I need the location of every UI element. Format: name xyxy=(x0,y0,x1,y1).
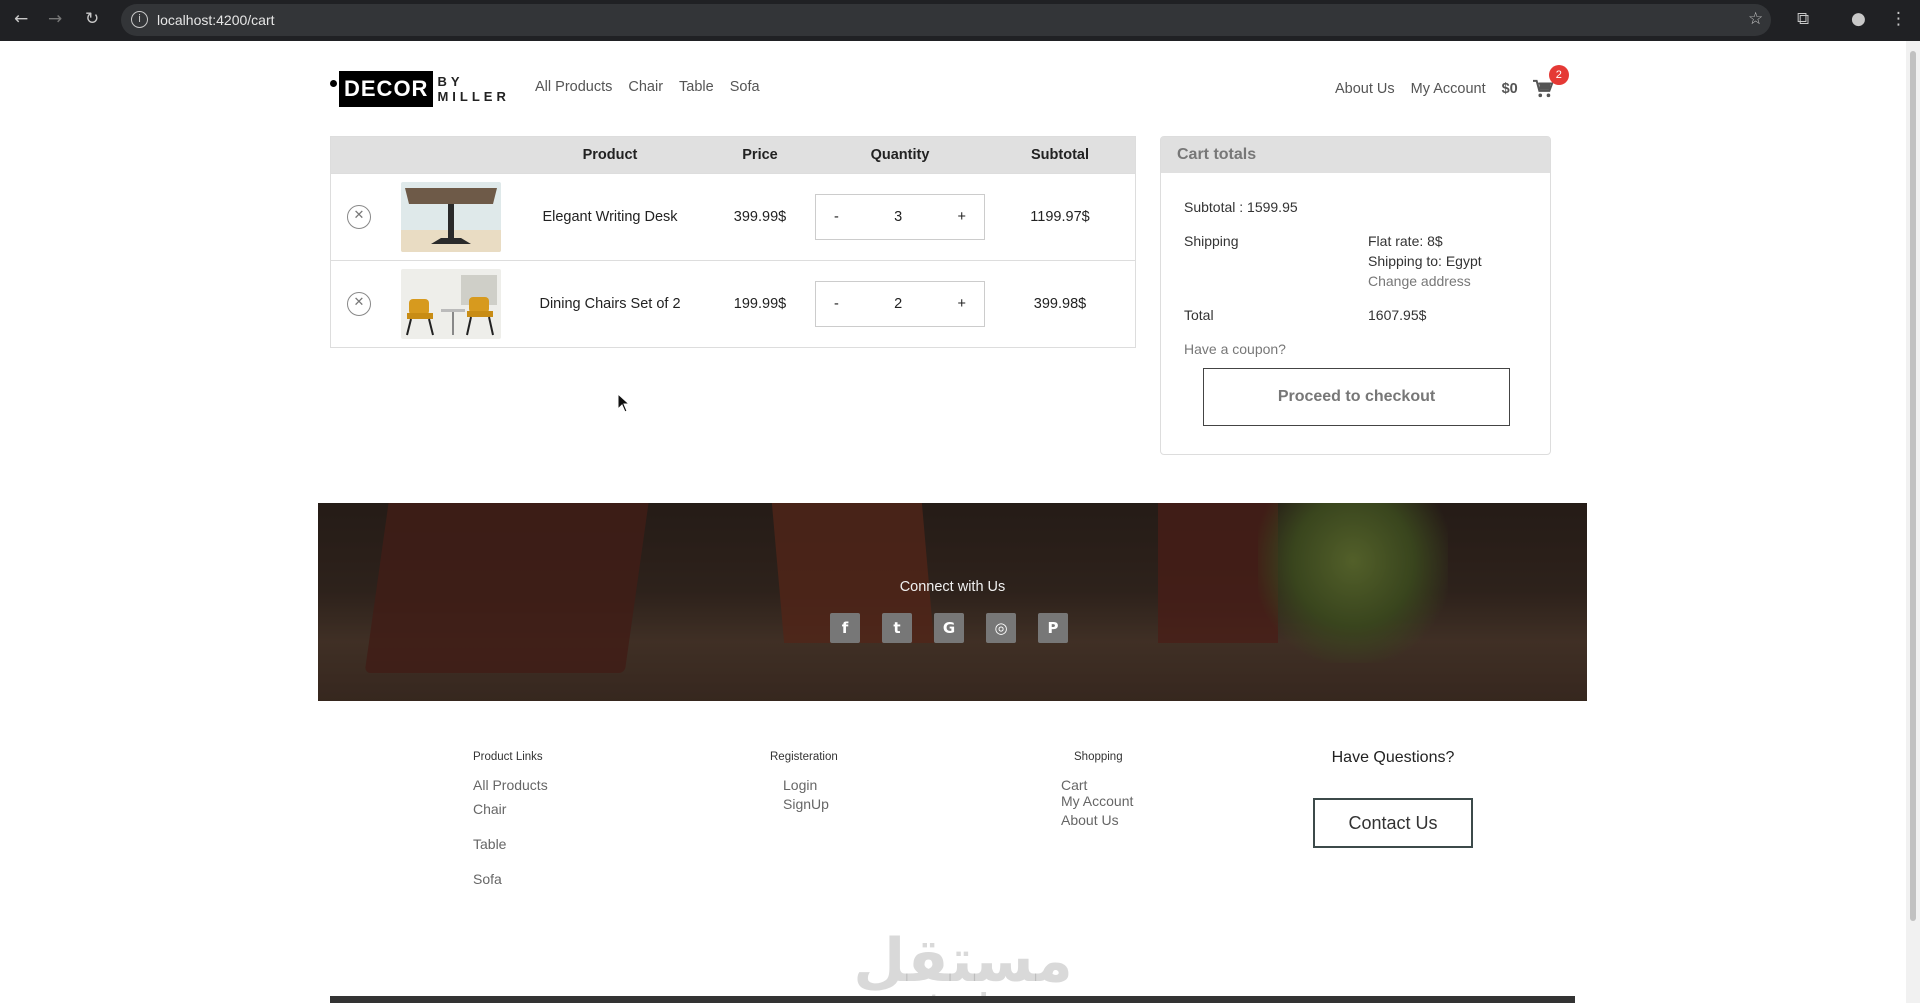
twitter-icon[interactable]: t xyxy=(882,613,912,643)
bookmark-star-icon[interactable]: ☆ xyxy=(1748,9,1763,29)
table-row: ✕ Dining Chairs Set of 2 199.99$ - 2 + 3… xyxy=(331,260,1135,347)
footer-link-signup[interactable]: SignUp xyxy=(783,796,838,812)
quantity-value[interactable]: 2 xyxy=(894,296,902,312)
logo[interactable]: DECOR BY MILLER xyxy=(330,69,510,109)
nav-all-products[interactable]: All Products xyxy=(535,79,612,95)
col-price: Price xyxy=(742,147,778,163)
cart-price: $0 xyxy=(1501,81,1518,97)
footer-link-login[interactable]: Login xyxy=(783,777,838,793)
logo-subtext: BY MILLER xyxy=(437,74,509,104)
decrease-quantity-button[interactable]: - xyxy=(834,296,839,312)
product-price: 199.99$ xyxy=(733,296,787,312)
col-subtotal: Subtotal xyxy=(1031,147,1089,163)
url-text: localhost:4200/cart xyxy=(157,12,275,28)
cart-count-badge: 2 xyxy=(1548,65,1569,85)
nav-sofa[interactable]: Sofa xyxy=(730,79,760,95)
browser-toolbar: ← → ↻ i localhost:4200/cart ☆ ⧉ ● ⋮ xyxy=(0,0,1920,41)
col-quantity: Quantity xyxy=(870,147,930,163)
vertical-scrollbar[interactable] xyxy=(1906,41,1920,1003)
col-product: Product xyxy=(582,147,638,163)
main-nav: All Products Chair Table Sofa xyxy=(535,79,776,95)
quantity-stepper: - 2 + xyxy=(815,281,985,327)
quantity-value[interactable]: 3 xyxy=(894,209,902,225)
proceed-to-checkout-button[interactable]: Proceed to checkout xyxy=(1203,368,1510,426)
cart-icon xyxy=(1532,79,1554,98)
product-price: 399.99$ xyxy=(733,209,787,225)
watermark: مستقل mostaql.com xyxy=(843,931,1083,1003)
nav-my-account[interactable]: My Account xyxy=(1411,81,1486,97)
quantity-stepper: - 3 + xyxy=(815,194,985,240)
product-subtotal: 1199.97$ xyxy=(1030,209,1090,225)
nav-chair[interactable]: Chair xyxy=(628,79,663,95)
social-links: f t G ◎ P xyxy=(830,613,1068,643)
increase-quantity-button[interactable]: + xyxy=(958,296,966,312)
instagram-icon[interactable]: ◎ xyxy=(986,613,1016,643)
product-subtotal: 399.98$ xyxy=(1033,296,1087,312)
cart-table: Product Price Quantity Subtotal ✕ Elegan… xyxy=(330,136,1136,348)
footer-link-my-account[interactable]: My Account xyxy=(1061,793,1133,809)
extensions-icon[interactable]: ⧉ xyxy=(1797,9,1809,29)
cart-table-header: Product Price Quantity Subtotal xyxy=(331,137,1135,173)
coupon-link[interactable]: Have a coupon? xyxy=(1184,341,1286,357)
profile-icon[interactable]: ● xyxy=(1851,9,1866,29)
product-image-desk xyxy=(401,182,501,252)
subtotal-text: Subtotal : 1599.95 xyxy=(1184,199,1298,215)
footer-link-sofa[interactable]: Sofa xyxy=(473,871,548,887)
product-image-chairs xyxy=(401,269,501,339)
mouse-cursor-icon xyxy=(617,393,631,413)
site-info-icon[interactable]: i xyxy=(131,11,148,28)
product-name[interactable]: Dining Chairs Set of 2 xyxy=(515,296,705,312)
footer-shopping: Shopping Cart My Account About Us xyxy=(1061,751,1133,828)
contact-us-button[interactable]: Contact Us xyxy=(1313,798,1473,848)
footer-heading: Product Links xyxy=(473,751,543,763)
logo-dot xyxy=(330,79,337,87)
logo-miller: MILLER xyxy=(437,89,510,104)
header-right: About Us My Account $0 2 xyxy=(1335,65,1569,99)
flat-rate-text: Flat rate: 8$ xyxy=(1368,233,1443,249)
facebook-icon[interactable]: f xyxy=(830,613,860,643)
product-name[interactable]: Elegant Writing Desk xyxy=(515,209,705,225)
footer-product-links: Product Links All Products Chair Table S… xyxy=(473,751,548,887)
page: DECOR BY MILLER All Products Chair Table… xyxy=(0,41,1906,1003)
connect-banner: Connect with Us f t G ◎ P xyxy=(318,503,1587,701)
shipping-label: Shipping xyxy=(1184,233,1239,249)
back-icon[interactable]: ← xyxy=(14,9,28,29)
cart-totals-title: Cart totals xyxy=(1161,137,1550,173)
reload-icon[interactable]: ↻ xyxy=(85,9,99,29)
forward-icon[interactable]: → xyxy=(48,9,62,29)
footer-registration: Registeration Login SignUp xyxy=(770,751,838,812)
decrease-quantity-button[interactable]: - xyxy=(834,209,839,225)
footer-heading: Shopping xyxy=(1074,751,1123,763)
footer-link-table[interactable]: Table xyxy=(473,836,548,852)
remove-item-icon[interactable]: ✕ xyxy=(347,292,371,316)
total-label: Total xyxy=(1184,307,1214,323)
cart-totals-panel: Cart totals Subtotal : 1599.95 Shipping … xyxy=(1160,136,1551,455)
remove-item-icon[interactable]: ✕ xyxy=(347,205,371,229)
footer-link-cart[interactable]: Cart xyxy=(1061,777,1133,793)
nav-table[interactable]: Table xyxy=(679,79,714,95)
have-questions-heading: Have Questions? xyxy=(1331,749,1455,766)
cart-button[interactable]: 2 xyxy=(1532,65,1569,99)
footer-link-all-products[interactable]: All Products xyxy=(473,777,548,793)
footer-bar xyxy=(330,996,1575,1003)
footer-link-chair[interactable]: Chair xyxy=(473,801,548,817)
menu-icon[interactable]: ⋮ xyxy=(1890,9,1907,29)
logo-by: BY xyxy=(437,74,464,89)
scrollbar-thumb[interactable] xyxy=(1910,51,1916,921)
change-address-link[interactable]: Change address xyxy=(1368,273,1471,289)
footer-link-about-us[interactable]: About Us xyxy=(1061,812,1133,828)
table-row: ✕ Elegant Writing Desk 399.99$ - 3 + 119… xyxy=(331,173,1135,260)
connect-heading: Connect with Us xyxy=(899,579,1006,595)
pinterest-icon[interactable]: P xyxy=(1038,613,1068,643)
watermark-arabic: مستقل xyxy=(853,926,1073,996)
increase-quantity-button[interactable]: + xyxy=(958,209,966,225)
total-value: 1607.95$ xyxy=(1368,307,1427,323)
google-icon[interactable]: G xyxy=(934,613,964,643)
shipping-to-text: Shipping to: Egypt xyxy=(1368,253,1482,269)
logo-main: DECOR xyxy=(339,71,434,107)
address-bar[interactable]: i localhost:4200/cart xyxy=(121,4,1771,36)
nav-about-us[interactable]: About Us xyxy=(1335,81,1395,97)
footer-heading: Registeration xyxy=(770,751,838,763)
